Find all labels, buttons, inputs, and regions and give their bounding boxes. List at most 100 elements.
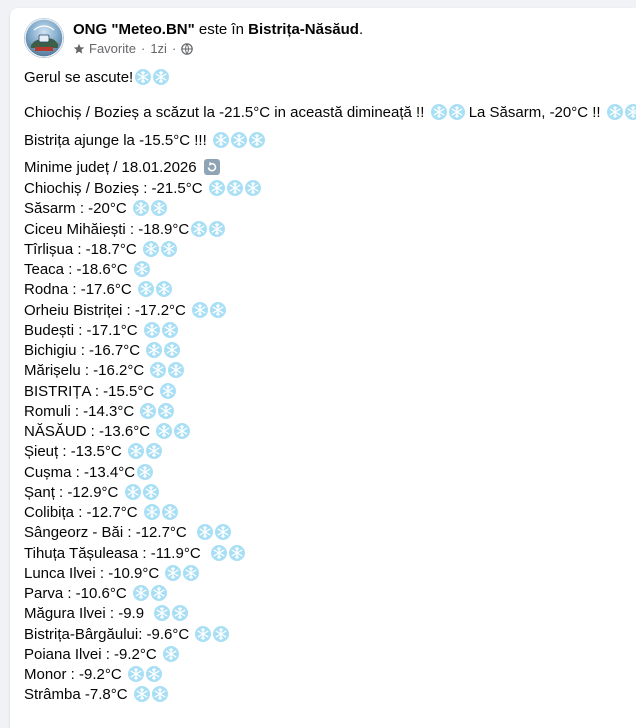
snowflake-icon — [143, 321, 160, 338]
audience-label[interactable]: Favorite — [89, 41, 136, 57]
minima-row: Tihuța Tășuleasa : -11.9°C — [24, 544, 261, 564]
star-icon — [73, 43, 85, 54]
snowflake-icon — [151, 686, 168, 703]
minima-text: Bistrița-Bârgăului: -9.6°C — [24, 625, 194, 643]
snowflake-icon — [156, 423, 173, 439]
snowflake-icon — [248, 132, 265, 148]
snowflake-icon — [161, 504, 178, 520]
paragraph-text: Chiochiș / Bozieș a scăzut la -21.5°C in… — [24, 104, 429, 121]
minima-list: Chiochiș / Bozieș : -21.5°C Săsarm : -20… — [24, 179, 261, 706]
minima-row: Șieuț : -13.5°C — [24, 442, 261, 462]
snowflake-icon — [197, 524, 214, 541]
snowflake-icon — [228, 544, 245, 561]
snowflake-icon — [183, 564, 200, 581]
minima-text: Chiochiș / Bozieș : -21.5°C — [24, 180, 207, 197]
post-time[interactable]: 1zi — [150, 41, 167, 57]
snowflake-icon — [135, 69, 152, 85]
minima-row: Ciceu Mihăiești : -18.9°C — [24, 220, 261, 240]
snowflake-icon — [146, 342, 163, 358]
minima-row: Măgura Ilvei : -9.9 — [24, 604, 261, 624]
minima-row: Șanț : -12.9°C — [24, 483, 261, 503]
minima-text: Cușma : -13.4°C — [24, 463, 136, 481]
minima-text: Parva : -10.6°C — [24, 585, 131, 602]
paragraph-text: Gerul se ascute! — [24, 69, 134, 86]
snowflake-icon — [133, 686, 150, 703]
meta-separator: · — [140, 41, 146, 56]
snowflake-icon — [160, 240, 177, 257]
minima-text: Ciceu Mihăiești : -18.9°C — [24, 220, 190, 238]
minima-text: Tihuța Tășuleasa : -11.9°C — [24, 544, 209, 562]
snowflake-icon — [174, 423, 191, 439]
minima-text: Șieuț : -13.5°C — [24, 443, 126, 461]
snowflake-icon — [191, 220, 208, 237]
snowflake-icon — [209, 220, 226, 237]
minima-text: Colibița : -12.7°C — [24, 504, 142, 521]
paragraph-bistrita: Bistrița ajunge la -15.5°C !!! — [24, 131, 265, 151]
author-avatar[interactable] — [24, 18, 64, 58]
minima-text: Poiana Ilvei : -9.2°C — [24, 645, 161, 663]
minima-row: Bistrița-Bârgăului: -9.6°C — [24, 625, 261, 645]
minima-row: Cușma : -13.4°C — [24, 463, 261, 483]
snowflake-icon — [158, 402, 175, 419]
minima-row: Lunca Ilvei : -10.9°C — [24, 564, 261, 584]
redo-icon — [203, 159, 220, 175]
snowflake-icon — [192, 301, 209, 318]
minima-row: Poiana Ilvei : -9.2°C — [24, 645, 261, 665]
snowflake-icon — [137, 281, 154, 298]
snowflake-icon — [430, 104, 447, 120]
snowflake-icon — [168, 362, 185, 379]
minima-row: Bichigiu : -16.7°C — [24, 341, 261, 361]
minima-row: Strâmba -7.8°C — [24, 685, 261, 705]
snowflake-icon — [142, 483, 159, 500]
minima-text: Mărișelu : -16.2°C — [24, 362, 149, 380]
minima-row: Chiochiș / Bozieș : -21.5°C — [24, 179, 261, 199]
snowflake-icon — [137, 463, 154, 480]
snowflake-icon — [145, 443, 162, 460]
snowflake-group — [133, 69, 170, 86]
snowflake-icon — [244, 180, 261, 196]
meteo-logo-icon — [24, 18, 64, 58]
minima-row: Romuli : -14.3°C — [24, 402, 261, 422]
minima-text: BISTRIȚA : -15.5°C — [24, 382, 159, 400]
globe-icon[interactable] — [181, 43, 194, 55]
minima-row: Parva : -10.6°C — [24, 584, 261, 604]
snowflake-icon — [210, 544, 227, 561]
snowflake-icon — [124, 483, 141, 500]
snowflake-icon — [213, 625, 230, 642]
minima-row: Sângeorz - Băi : -12.7°C — [24, 523, 261, 543]
snowflake-icon — [133, 261, 150, 277]
snowflake-icon — [160, 382, 177, 399]
author-name[interactable]: ONG "Meteo.BN" — [73, 21, 195, 38]
location-name[interactable]: Bistrița-Năsăud — [248, 21, 359, 38]
snowflake-icon — [132, 200, 149, 217]
paragraph-minima-heading: Minime județ / 18.01.2026 — [24, 158, 220, 178]
post-meta: Favorite · 1zi · — [73, 41, 194, 57]
snowflake-icon — [210, 301, 227, 318]
paragraph-chiochis: Chiochiș / Bozieș a scăzut la -21.5°C in… — [24, 103, 636, 123]
minima-text: Orheiu Bistriței : -17.2°C — [24, 301, 191, 319]
minima-text: Sângeorz - Băi : -12.7°C — [24, 524, 196, 542]
minima-row: Teaca : -18.6°C — [24, 260, 261, 280]
minima-row: Tîrlișua : -18.7°C — [24, 240, 261, 260]
minima-row: Săsarm : -20°C — [24, 199, 261, 219]
minima-row: Mărișelu : -16.2°C — [24, 361, 261, 381]
snowflake-group — [211, 132, 265, 149]
snowflake-icon — [226, 180, 243, 196]
snowflake-icon — [150, 200, 167, 217]
minima-text: Budești : -17.1°C — [24, 321, 142, 339]
snowflake-icon — [212, 132, 229, 148]
minima-text: Strâmba -7.8°C — [24, 686, 132, 704]
minima-row: Colibița : -12.7°C — [24, 503, 261, 523]
minima-text: Lunca Ilvei : -10.9°C — [24, 564, 164, 582]
snowflake-group — [429, 104, 465, 121]
snowflake-icon — [153, 69, 170, 85]
minima-text: NĂSĂUD : -13.6°C — [24, 423, 155, 440]
snowflake-icon — [150, 585, 167, 601]
minima-text: Teaca : -18.6°C — [24, 261, 132, 278]
minima-row: Monor : -9.2°C — [24, 665, 261, 685]
snowflake-icon — [606, 104, 623, 120]
minima-text: Romuli : -14.3°C — [24, 402, 139, 420]
snowflake-icon — [195, 625, 212, 642]
minima-text: Monor : -9.2°C — [24, 666, 126, 683]
snowflake-icon — [150, 362, 167, 379]
